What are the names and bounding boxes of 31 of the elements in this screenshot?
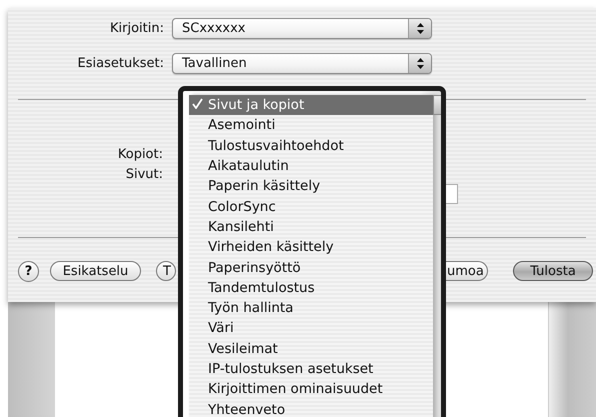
menu-item[interactable]: Työn hallinta [189,298,433,318]
printer-label: Kirjoitin: [109,20,165,36]
menu-item[interactable]: Aikataulutin [189,156,433,176]
menu-item[interactable]: IP-tulostuksen asetukset [189,358,433,380]
presets-label: Esiasetukset: [76,56,165,70]
to-page-field[interactable] [446,184,458,204]
menu-item[interactable]: Väri [189,318,433,339]
menu-item[interactable]: Virheiden käsittely [189,237,433,258]
presets-popup[interactable]: Tavallinen [172,52,432,74]
menu-item[interactable]: Asemointi [189,115,433,136]
menu-item[interactable]: Paperin käsittely [189,176,433,196]
menu-item[interactable]: Tandemtulostus [189,278,433,298]
menu-item[interactable]: Kansilehti [189,216,433,238]
stepper-icon [416,56,424,70]
stepper-icon [416,22,424,34]
menu-item[interactable]: ColorSync [189,196,433,217]
copies-label: Kopiot: [116,146,164,162]
printer-popup[interactable]: SCxxxxxx [172,18,432,38]
menu-item[interactable]: Sivut ja kopiot [189,95,433,116]
push-button[interactable]: T [156,261,176,281]
pages-label: Sivut: [124,166,164,182]
checkmark-icon [192,98,203,109]
menu-item[interactable]: Vesileimat [189,338,433,359]
push-button[interactable]: Tulosta [513,261,593,281]
help-button[interactable]: ? [18,260,39,282]
menu-item[interactable]: Kirjoittimen ominaisuudet [189,379,433,400]
push-button[interactable]: Esikatselu [50,261,141,281]
push-button[interactable]: umoa [444,261,488,281]
menu-item[interactable]: Yhteenveto [189,399,433,417]
menu-item[interactable]: Tulostusvaihtoehdot [189,136,433,156]
menu-item[interactable]: Paperinsyöttö [189,257,433,278]
